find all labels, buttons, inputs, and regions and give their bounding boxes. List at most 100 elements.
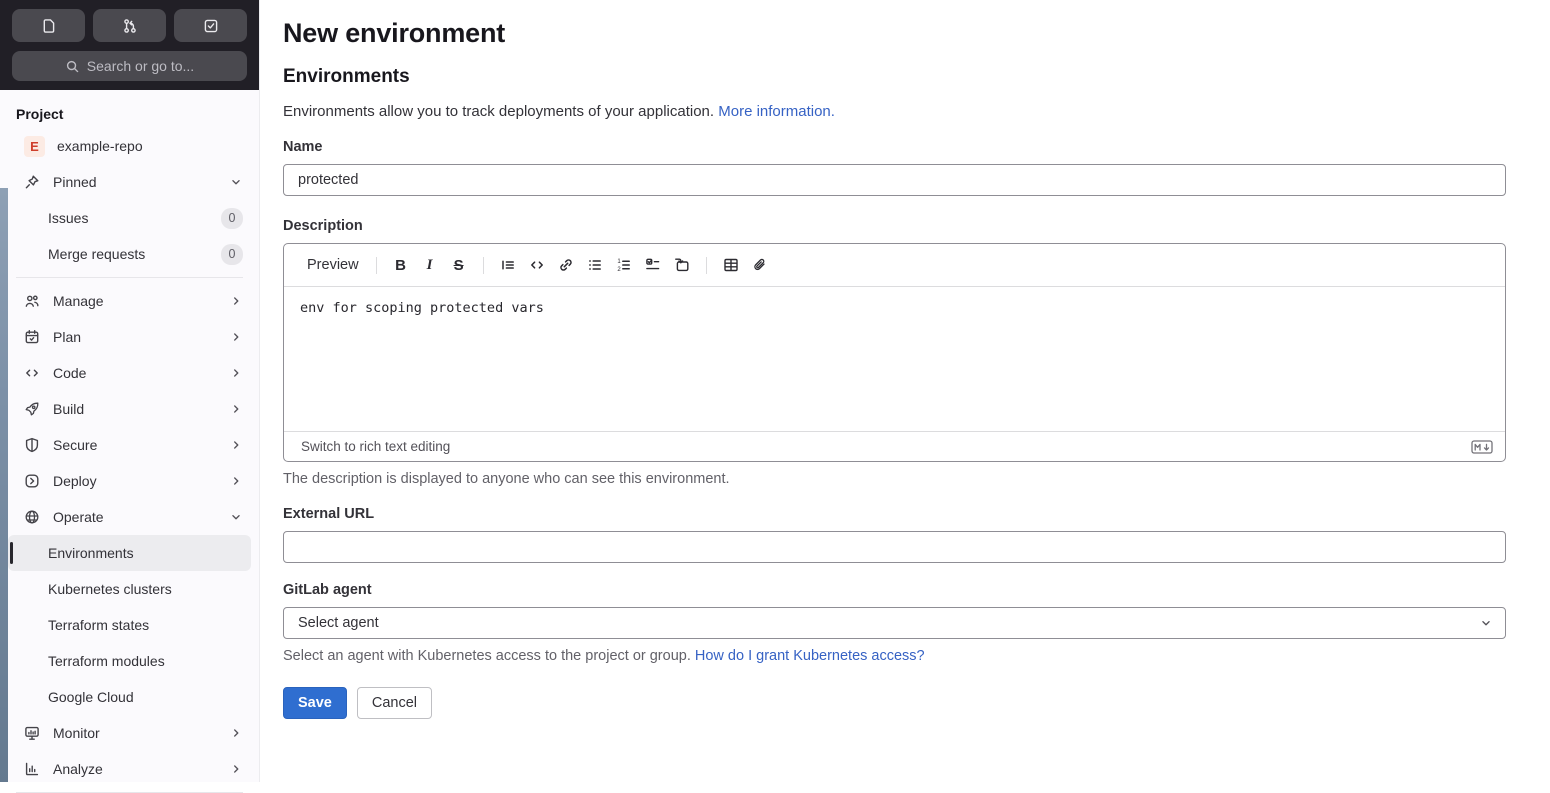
task-list-icon (645, 257, 661, 273)
attach-file-button[interactable] (747, 252, 773, 278)
chevron-right-icon (229, 402, 243, 416)
sidebar-item-manage[interactable]: Manage (8, 283, 251, 319)
search-input[interactable]: Search or go to... (12, 51, 247, 81)
insert-table-button[interactable] (718, 252, 744, 278)
chevron-down-icon (229, 510, 243, 524)
toolbar-separator (482, 256, 484, 274)
chevron-right-icon (229, 726, 243, 740)
search-icon (65, 59, 80, 74)
sidebar-item-issues[interactable]: Issues 0 (8, 200, 251, 236)
sidebar-item-google-cloud[interactable]: Google Cloud (8, 679, 251, 715)
italic-button[interactable]: I (417, 252, 443, 278)
desktop-edge-strip (0, 188, 8, 782)
numbered-list-button[interactable]: 12 (611, 252, 637, 278)
chevron-right-icon (229, 474, 243, 488)
sidebar-item-terraform-modules[interactable]: Terraform modules (8, 643, 251, 679)
sidebar-item-monitor[interactable]: Monitor (8, 715, 251, 751)
sidebar-item-merge-requests[interactable]: Merge requests 0 (8, 236, 251, 272)
bold-button[interactable]: B (388, 252, 414, 278)
link-icon (558, 257, 574, 273)
agent-help-text: Select an agent with Kubernetes access t… (283, 648, 925, 664)
sidebar-item-pinned[interactable]: Pinned (8, 164, 251, 200)
code-icon (24, 365, 40, 381)
todo-shortcut-button[interactable] (174, 9, 247, 42)
merge-requests-shortcut-button[interactable] (93, 9, 166, 42)
kubernetes-access-link[interactable]: How do I grant Kubernetes access? (695, 648, 925, 664)
markdown-icon[interactable] (1471, 439, 1493, 454)
switch-rich-text-link[interactable]: Switch to rich text editing (301, 439, 450, 454)
description-textarea[interactable]: env for scoping protected vars (284, 287, 1505, 431)
save-button[interactable]: Save (283, 687, 347, 719)
monitor-icon (24, 725, 40, 741)
form-actions: Save Cancel (283, 687, 1506, 719)
chevron-down-icon (1479, 616, 1493, 630)
insert-code-button[interactable] (524, 252, 550, 278)
sidebar-item-build[interactable]: Build (8, 391, 251, 427)
pinned-label: Pinned (53, 174, 97, 190)
preview-tab[interactable]: Preview (301, 253, 365, 277)
numbered-list-icon: 12 (616, 257, 632, 273)
chevron-right-icon (229, 294, 243, 308)
name-input[interactable] (283, 164, 1506, 196)
sidebar-item-operate[interactable]: Operate (8, 499, 251, 535)
svg-text:2: 2 (617, 267, 621, 273)
description-editor: Preview B I S 12 env for scoping protect… (283, 243, 1506, 462)
cancel-button[interactable]: Cancel (356, 687, 433, 719)
issues-count-badge: 0 (221, 207, 243, 229)
rocket-icon (24, 401, 40, 417)
sidebar-item-environments[interactable]: Environments (8, 535, 251, 571)
external-url-label: External URL (283, 506, 375, 522)
sidebar-item-code[interactable]: Code (8, 355, 251, 391)
bullet-list-button[interactable] (582, 252, 608, 278)
external-url-input[interactable] (283, 531, 1506, 563)
more-information-link[interactable]: More information. (718, 103, 835, 120)
quote-button[interactable] (495, 252, 521, 278)
table-icon (723, 257, 739, 273)
toolbar-separator (705, 256, 707, 274)
analyze-icon (24, 761, 40, 777)
task-list-button[interactable] (640, 252, 666, 278)
attachment-icon (752, 257, 768, 273)
sidebar-item-project[interactable]: E example-repo (8, 128, 251, 164)
shield-icon (24, 437, 40, 453)
sidebar-item-deploy[interactable]: Deploy (8, 463, 251, 499)
sidebar-divider (16, 277, 243, 278)
bold-icon: B (395, 256, 406, 274)
chevron-right-icon (229, 366, 243, 380)
sidebar-item-kubernetes-clusters[interactable]: Kubernetes clusters (8, 571, 251, 607)
environments-heading: Environments (283, 66, 410, 87)
merge-request-icon (122, 18, 138, 34)
toolbar-separator (375, 256, 377, 274)
sidebar-item-secure[interactable]: Secure (8, 427, 251, 463)
issues-icon (41, 18, 57, 34)
insert-link-button[interactable] (553, 252, 579, 278)
agent-select-value: Select agent (298, 615, 379, 631)
collapsible-section-icon (674, 257, 690, 273)
project-avatar: E (24, 135, 45, 157)
italic-icon: I (426, 256, 433, 273)
calendar-icon (24, 329, 40, 345)
sidebar-topbar: Search or go to... (0, 0, 259, 90)
chevron-right-icon (229, 762, 243, 776)
intro-text: Environments allow you to track deployme… (283, 103, 835, 120)
description-footer: Switch to rich text editing (284, 431, 1505, 461)
agent-select[interactable]: Select agent (283, 607, 1506, 639)
chevron-right-icon (229, 438, 243, 452)
search-placeholder: Search or go to... (86, 58, 195, 74)
strikethrough-button[interactable]: S (446, 252, 472, 278)
sidebar-item-plan[interactable]: Plan (8, 319, 251, 355)
merge-requests-count-badge: 0 (221, 243, 243, 265)
bullet-list-icon (587, 257, 603, 273)
chevron-right-icon (229, 330, 243, 344)
collapsible-section-button[interactable] (669, 252, 695, 278)
gitlab-agent-label: GitLab agent (283, 582, 372, 598)
description-label: Description (283, 218, 363, 234)
sidebar-item-terraform-states[interactable]: Terraform states (8, 607, 251, 643)
code-icon (529, 257, 545, 273)
markdown-toolbar: Preview B I S 12 (284, 244, 1505, 287)
strikethrough-icon: S (453, 256, 464, 274)
sidebar-section-label: Project (16, 106, 64, 122)
issues-shortcut-button[interactable] (12, 9, 85, 42)
sidebar: Search or go to... Project E example-rep… (0, 0, 260, 793)
users-icon (24, 293, 40, 309)
